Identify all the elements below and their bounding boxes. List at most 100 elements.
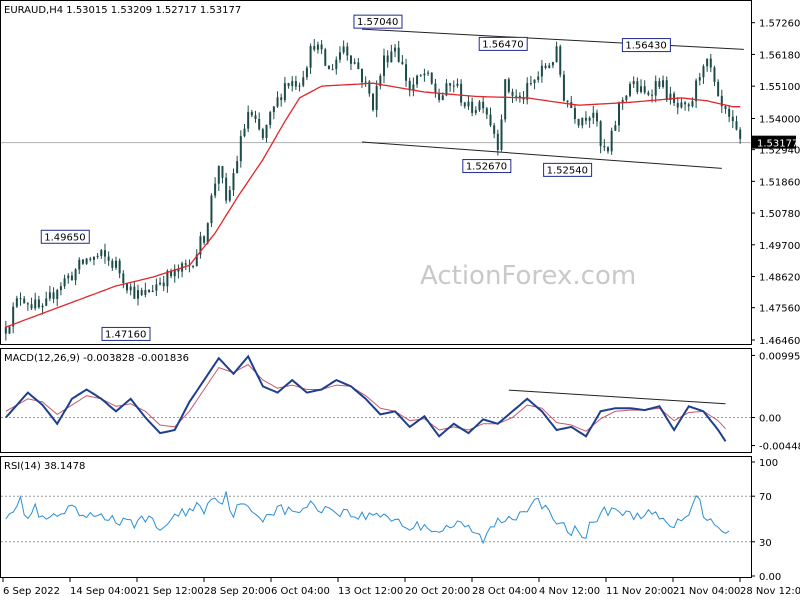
candle-body (357, 62, 360, 70)
macd-y-tick-label: 0.009952 (759, 351, 800, 362)
candle-body (423, 73, 426, 76)
candle-body (460, 83, 463, 103)
support-line (361, 141, 722, 169)
price-label-text: 1.56430 (625, 41, 666, 52)
candle-body (360, 69, 363, 83)
candle-body (731, 116, 734, 122)
candle-body (48, 292, 51, 299)
candle-body (320, 44, 323, 50)
candle-body (118, 260, 121, 274)
candle-body (137, 290, 140, 299)
candle-body (232, 173, 235, 191)
candle-body (67, 275, 70, 279)
candle-body (665, 80, 668, 101)
price-panel-frame (0, 0, 752, 345)
rsi-y-tick-label: 70 (759, 492, 772, 503)
time-tick-label: 20 Oct 20:00 (405, 586, 470, 597)
chart-title: EURAUD,H4 1.53015 1.53209 1.52717 1.5317… (4, 5, 241, 16)
candle-body (96, 255, 99, 257)
rsi-lines (5, 491, 730, 545)
candle-body (342, 46, 345, 53)
candle-body (140, 290, 143, 295)
candle-body (265, 124, 268, 138)
price-y-tick-label: 1.55100 (759, 82, 800, 93)
rsi-y-tick-label: 100 (759, 458, 778, 469)
candle-body (493, 125, 496, 134)
macd-lines (5, 354, 727, 442)
candle-body (592, 112, 595, 118)
candle-body (390, 51, 393, 63)
candle-body (305, 67, 308, 78)
candle-body (335, 59, 338, 70)
rsi-y-tick-label: 30 (759, 538, 772, 549)
macd-y-axis: 0.009952 0.00 -0.004484 (1, 351, 800, 453)
macd-panel-frame (0, 348, 752, 453)
candle-body (192, 266, 195, 268)
price-y-tick-label: 1.46460 (759, 336, 800, 347)
candle-body (717, 81, 720, 96)
candle-body (434, 83, 437, 94)
candle-body (159, 282, 162, 285)
candle-body (706, 58, 709, 67)
candle-body (45, 298, 48, 306)
candle-body (500, 119, 503, 150)
candle-body (63, 278, 66, 287)
time-tick-label: 21 Sep 12:00 (137, 586, 204, 597)
candle-body (4, 327, 7, 334)
candle-body (100, 250, 103, 256)
candle-body (298, 85, 301, 87)
candle-body (210, 195, 213, 224)
candle-body (430, 72, 433, 84)
candle-body (603, 146, 606, 148)
candle-body (151, 290, 154, 292)
candle-body (283, 83, 286, 101)
candle-body (133, 286, 136, 299)
time-tick-label: 14 Sep 04:00 (70, 586, 137, 597)
candle-body (691, 101, 694, 107)
rsi-title: RSI(14) 38.1478 (4, 461, 85, 472)
candle-body (70, 275, 73, 281)
candle-body (214, 183, 217, 196)
candle-body (614, 125, 617, 131)
candle-body (372, 93, 374, 110)
candle-body (471, 101, 474, 113)
candle-body (261, 129, 264, 138)
candle-body (606, 147, 609, 152)
candle-body (19, 298, 22, 300)
candle-body (401, 61, 404, 65)
candle-body (327, 65, 330, 70)
candle-body (331, 69, 334, 71)
candle-body (114, 260, 117, 268)
candle-body (316, 44, 319, 50)
candle-body (438, 93, 441, 100)
time-tick-label: 28 Sep 20:00 (204, 586, 271, 597)
candle-body (30, 304, 33, 309)
price-y-tick-label: 1.54000 (759, 114, 800, 125)
candle-body (89, 258, 92, 260)
candle-body (8, 326, 11, 334)
candle-body (577, 119, 580, 126)
price-y-tick-label: 1.47560 (759, 304, 800, 315)
candle-body (349, 55, 352, 64)
candle-body (269, 112, 272, 125)
candle-body (684, 102, 687, 105)
candle-body (449, 83, 452, 86)
candle-body (584, 117, 587, 121)
price-label-text: 1.57040 (357, 17, 398, 28)
candle-body (52, 292, 55, 299)
candle-body (243, 128, 246, 137)
candle-body (515, 95, 518, 97)
candle-body (375, 85, 378, 110)
price-y-tick-label: 1.51860 (759, 177, 800, 188)
price-label-text: 1.52670 (466, 162, 507, 173)
candle-body (15, 298, 18, 307)
candle-body (540, 65, 543, 77)
candle-body (184, 263, 187, 265)
candle-body (559, 46, 562, 75)
candle-body (702, 66, 705, 78)
candle-body (85, 258, 88, 264)
time-axis: 6 Sep 2022 14 Sep 04:00 21 Sep 12:00 28 Sep… (2, 578, 800, 597)
candle-body (647, 92, 650, 95)
candle-body (533, 79, 536, 84)
candle-body (496, 133, 499, 150)
